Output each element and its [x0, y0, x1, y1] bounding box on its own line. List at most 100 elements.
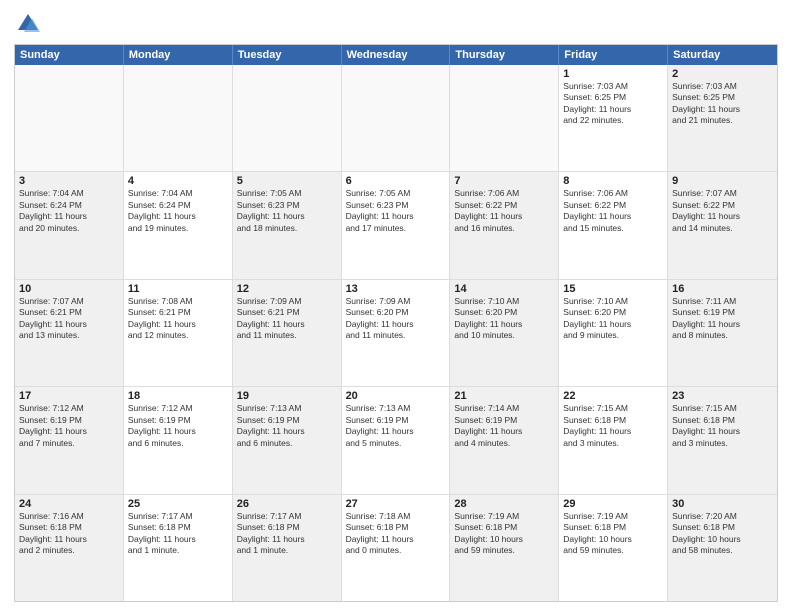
cell-info: Sunrise: 7:10 AM Sunset: 6:20 PM Dayligh… [454, 296, 554, 342]
cell-info: Sunrise: 7:16 AM Sunset: 6:18 PM Dayligh… [19, 511, 119, 557]
day-number: 14 [454, 283, 554, 295]
calendar-cell-30: 30Sunrise: 7:20 AM Sunset: 6:18 PM Dayli… [668, 495, 777, 601]
cell-info: Sunrise: 7:11 AM Sunset: 6:19 PM Dayligh… [672, 296, 773, 342]
calendar-cell-27: 27Sunrise: 7:18 AM Sunset: 6:18 PM Dayli… [342, 495, 451, 601]
calendar: SundayMondayTuesdayWednesdayThursdayFrid… [14, 44, 778, 602]
day-number: 30 [672, 498, 773, 510]
calendar-cell-23: 23Sunrise: 7:15 AM Sunset: 6:18 PM Dayli… [668, 387, 777, 493]
calendar-cell-empty-1 [124, 65, 233, 171]
day-number: 25 [128, 498, 228, 510]
cell-info: Sunrise: 7:14 AM Sunset: 6:19 PM Dayligh… [454, 403, 554, 449]
calendar-cell-26: 26Sunrise: 7:17 AM Sunset: 6:18 PM Dayli… [233, 495, 342, 601]
day-number: 29 [563, 498, 663, 510]
calendar-cell-17: 17Sunrise: 7:12 AM Sunset: 6:19 PM Dayli… [15, 387, 124, 493]
day-number: 22 [563, 390, 663, 402]
header [14, 10, 778, 38]
cell-info: Sunrise: 7:07 AM Sunset: 6:22 PM Dayligh… [672, 188, 773, 234]
calendar-cell-empty-3 [342, 65, 451, 171]
day-number: 11 [128, 283, 228, 295]
calendar-cell-8: 8Sunrise: 7:06 AM Sunset: 6:22 PM Daylig… [559, 172, 668, 278]
calendar-cell-20: 20Sunrise: 7:13 AM Sunset: 6:19 PM Dayli… [342, 387, 451, 493]
header-day-tuesday: Tuesday [233, 45, 342, 65]
cell-info: Sunrise: 7:09 AM Sunset: 6:21 PM Dayligh… [237, 296, 337, 342]
logo-icon [14, 10, 42, 38]
day-number: 9 [672, 175, 773, 187]
cell-info: Sunrise: 7:20 AM Sunset: 6:18 PM Dayligh… [672, 511, 773, 557]
calendar-header: SundayMondayTuesdayWednesdayThursdayFrid… [15, 45, 777, 65]
cell-info: Sunrise: 7:12 AM Sunset: 6:19 PM Dayligh… [19, 403, 119, 449]
calendar-body: 1Sunrise: 7:03 AM Sunset: 6:25 PM Daylig… [15, 65, 777, 601]
day-number: 27 [346, 498, 446, 510]
cell-info: Sunrise: 7:19 AM Sunset: 6:18 PM Dayligh… [454, 511, 554, 557]
header-day-wednesday: Wednesday [342, 45, 451, 65]
calendar-cell-24: 24Sunrise: 7:16 AM Sunset: 6:18 PM Dayli… [15, 495, 124, 601]
calendar-cell-empty-4 [450, 65, 559, 171]
cell-info: Sunrise: 7:04 AM Sunset: 6:24 PM Dayligh… [128, 188, 228, 234]
header-day-thursday: Thursday [450, 45, 559, 65]
calendar-cell-29: 29Sunrise: 7:19 AM Sunset: 6:18 PM Dayli… [559, 495, 668, 601]
calendar-cell-18: 18Sunrise: 7:12 AM Sunset: 6:19 PM Dayli… [124, 387, 233, 493]
cell-info: Sunrise: 7:18 AM Sunset: 6:18 PM Dayligh… [346, 511, 446, 557]
calendar-cell-14: 14Sunrise: 7:10 AM Sunset: 6:20 PM Dayli… [450, 280, 559, 386]
calendar-cell-12: 12Sunrise: 7:09 AM Sunset: 6:21 PM Dayli… [233, 280, 342, 386]
calendar-cell-15: 15Sunrise: 7:10 AM Sunset: 6:20 PM Dayli… [559, 280, 668, 386]
cell-info: Sunrise: 7:07 AM Sunset: 6:21 PM Dayligh… [19, 296, 119, 342]
cell-info: Sunrise: 7:17 AM Sunset: 6:18 PM Dayligh… [128, 511, 228, 557]
calendar-cell-10: 10Sunrise: 7:07 AM Sunset: 6:21 PM Dayli… [15, 280, 124, 386]
cell-info: Sunrise: 7:05 AM Sunset: 6:23 PM Dayligh… [346, 188, 446, 234]
calendar-week-1: 1Sunrise: 7:03 AM Sunset: 6:25 PM Daylig… [15, 65, 777, 172]
day-number: 13 [346, 283, 446, 295]
calendar-cell-25: 25Sunrise: 7:17 AM Sunset: 6:18 PM Dayli… [124, 495, 233, 601]
day-number: 3 [19, 175, 119, 187]
day-number: 7 [454, 175, 554, 187]
calendar-cell-empty-2 [233, 65, 342, 171]
calendar-cell-5: 5Sunrise: 7:05 AM Sunset: 6:23 PM Daylig… [233, 172, 342, 278]
calendar-week-2: 3Sunrise: 7:04 AM Sunset: 6:24 PM Daylig… [15, 172, 777, 279]
day-number: 6 [346, 175, 446, 187]
day-number: 1 [563, 68, 663, 80]
day-number: 10 [19, 283, 119, 295]
header-day-friday: Friday [559, 45, 668, 65]
day-number: 28 [454, 498, 554, 510]
day-number: 16 [672, 283, 773, 295]
cell-info: Sunrise: 7:15 AM Sunset: 6:18 PM Dayligh… [672, 403, 773, 449]
calendar-cell-1: 1Sunrise: 7:03 AM Sunset: 6:25 PM Daylig… [559, 65, 668, 171]
cell-info: Sunrise: 7:13 AM Sunset: 6:19 PM Dayligh… [346, 403, 446, 449]
cell-info: Sunrise: 7:19 AM Sunset: 6:18 PM Dayligh… [563, 511, 663, 557]
calendar-week-3: 10Sunrise: 7:07 AM Sunset: 6:21 PM Dayli… [15, 280, 777, 387]
day-number: 21 [454, 390, 554, 402]
cell-info: Sunrise: 7:03 AM Sunset: 6:25 PM Dayligh… [563, 81, 663, 127]
calendar-cell-11: 11Sunrise: 7:08 AM Sunset: 6:21 PM Dayli… [124, 280, 233, 386]
day-number: 2 [672, 68, 773, 80]
day-number: 12 [237, 283, 337, 295]
day-number: 5 [237, 175, 337, 187]
calendar-cell-4: 4Sunrise: 7:04 AM Sunset: 6:24 PM Daylig… [124, 172, 233, 278]
logo [14, 10, 46, 38]
header-day-sunday: Sunday [15, 45, 124, 65]
calendar-cell-2: 2Sunrise: 7:03 AM Sunset: 6:25 PM Daylig… [668, 65, 777, 171]
cell-info: Sunrise: 7:04 AM Sunset: 6:24 PM Dayligh… [19, 188, 119, 234]
cell-info: Sunrise: 7:06 AM Sunset: 6:22 PM Dayligh… [454, 188, 554, 234]
cell-info: Sunrise: 7:12 AM Sunset: 6:19 PM Dayligh… [128, 403, 228, 449]
cell-info: Sunrise: 7:05 AM Sunset: 6:23 PM Dayligh… [237, 188, 337, 234]
calendar-cell-21: 21Sunrise: 7:14 AM Sunset: 6:19 PM Dayli… [450, 387, 559, 493]
calendar-cell-16: 16Sunrise: 7:11 AM Sunset: 6:19 PM Dayli… [668, 280, 777, 386]
day-number: 8 [563, 175, 663, 187]
day-number: 17 [19, 390, 119, 402]
day-number: 4 [128, 175, 228, 187]
cell-info: Sunrise: 7:06 AM Sunset: 6:22 PM Dayligh… [563, 188, 663, 234]
day-number: 18 [128, 390, 228, 402]
cell-info: Sunrise: 7:15 AM Sunset: 6:18 PM Dayligh… [563, 403, 663, 449]
day-number: 15 [563, 283, 663, 295]
calendar-cell-19: 19Sunrise: 7:13 AM Sunset: 6:19 PM Dayli… [233, 387, 342, 493]
calendar-week-5: 24Sunrise: 7:16 AM Sunset: 6:18 PM Dayli… [15, 495, 777, 601]
day-number: 26 [237, 498, 337, 510]
calendar-cell-9: 9Sunrise: 7:07 AM Sunset: 6:22 PM Daylig… [668, 172, 777, 278]
day-number: 20 [346, 390, 446, 402]
calendar-cell-7: 7Sunrise: 7:06 AM Sunset: 6:22 PM Daylig… [450, 172, 559, 278]
calendar-cell-empty-0 [15, 65, 124, 171]
cell-info: Sunrise: 7:08 AM Sunset: 6:21 PM Dayligh… [128, 296, 228, 342]
calendar-cell-13: 13Sunrise: 7:09 AM Sunset: 6:20 PM Dayli… [342, 280, 451, 386]
calendar-cell-28: 28Sunrise: 7:19 AM Sunset: 6:18 PM Dayli… [450, 495, 559, 601]
cell-info: Sunrise: 7:13 AM Sunset: 6:19 PM Dayligh… [237, 403, 337, 449]
